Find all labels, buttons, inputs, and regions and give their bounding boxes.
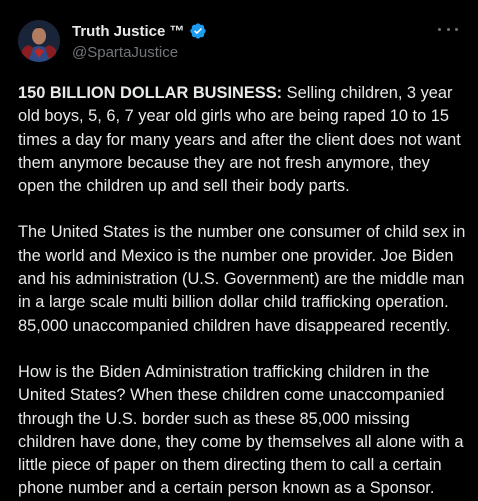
dot — [438, 27, 441, 31]
name-row: Truth Justice ™ — [72, 21, 207, 41]
dot — [455, 27, 458, 31]
tweet-text: 150 BILLION DOLLAR BUSINESS: Selling chi… — [18, 82, 468, 501]
tweet-headline: 150 BILLION DOLLAR BUSINESS: — [18, 84, 283, 102]
superman-avatar-icon — [18, 20, 60, 62]
tweet-paragraph-3: How is the Biden Administration traffick… — [18, 362, 464, 498]
verified-badge-icon — [189, 22, 207, 40]
author-names: Truth Justice ™ @SpartaJustice — [72, 14, 207, 61]
author-handle[interactable]: @SpartaJustice — [72, 44, 207, 61]
avatar[interactable] — [18, 20, 60, 62]
more-options-icon[interactable] — [438, 24, 458, 34]
tweet-paragraph-1: 150 BILLION DOLLAR BUSINESS: Selling chi… — [18, 82, 468, 198]
dot — [446, 27, 450, 31]
tweet-card: Truth Justice ™ @SpartaJustice 150 BILLI… — [0, 0, 478, 500]
author-display-name[interactable]: Truth Justice ™ — [72, 23, 185, 40]
tweet-paragraph-2: The United States is the number one cons… — [18, 223, 466, 335]
tweet-header: Truth Justice ™ @SpartaJustice — [18, 14, 462, 68]
